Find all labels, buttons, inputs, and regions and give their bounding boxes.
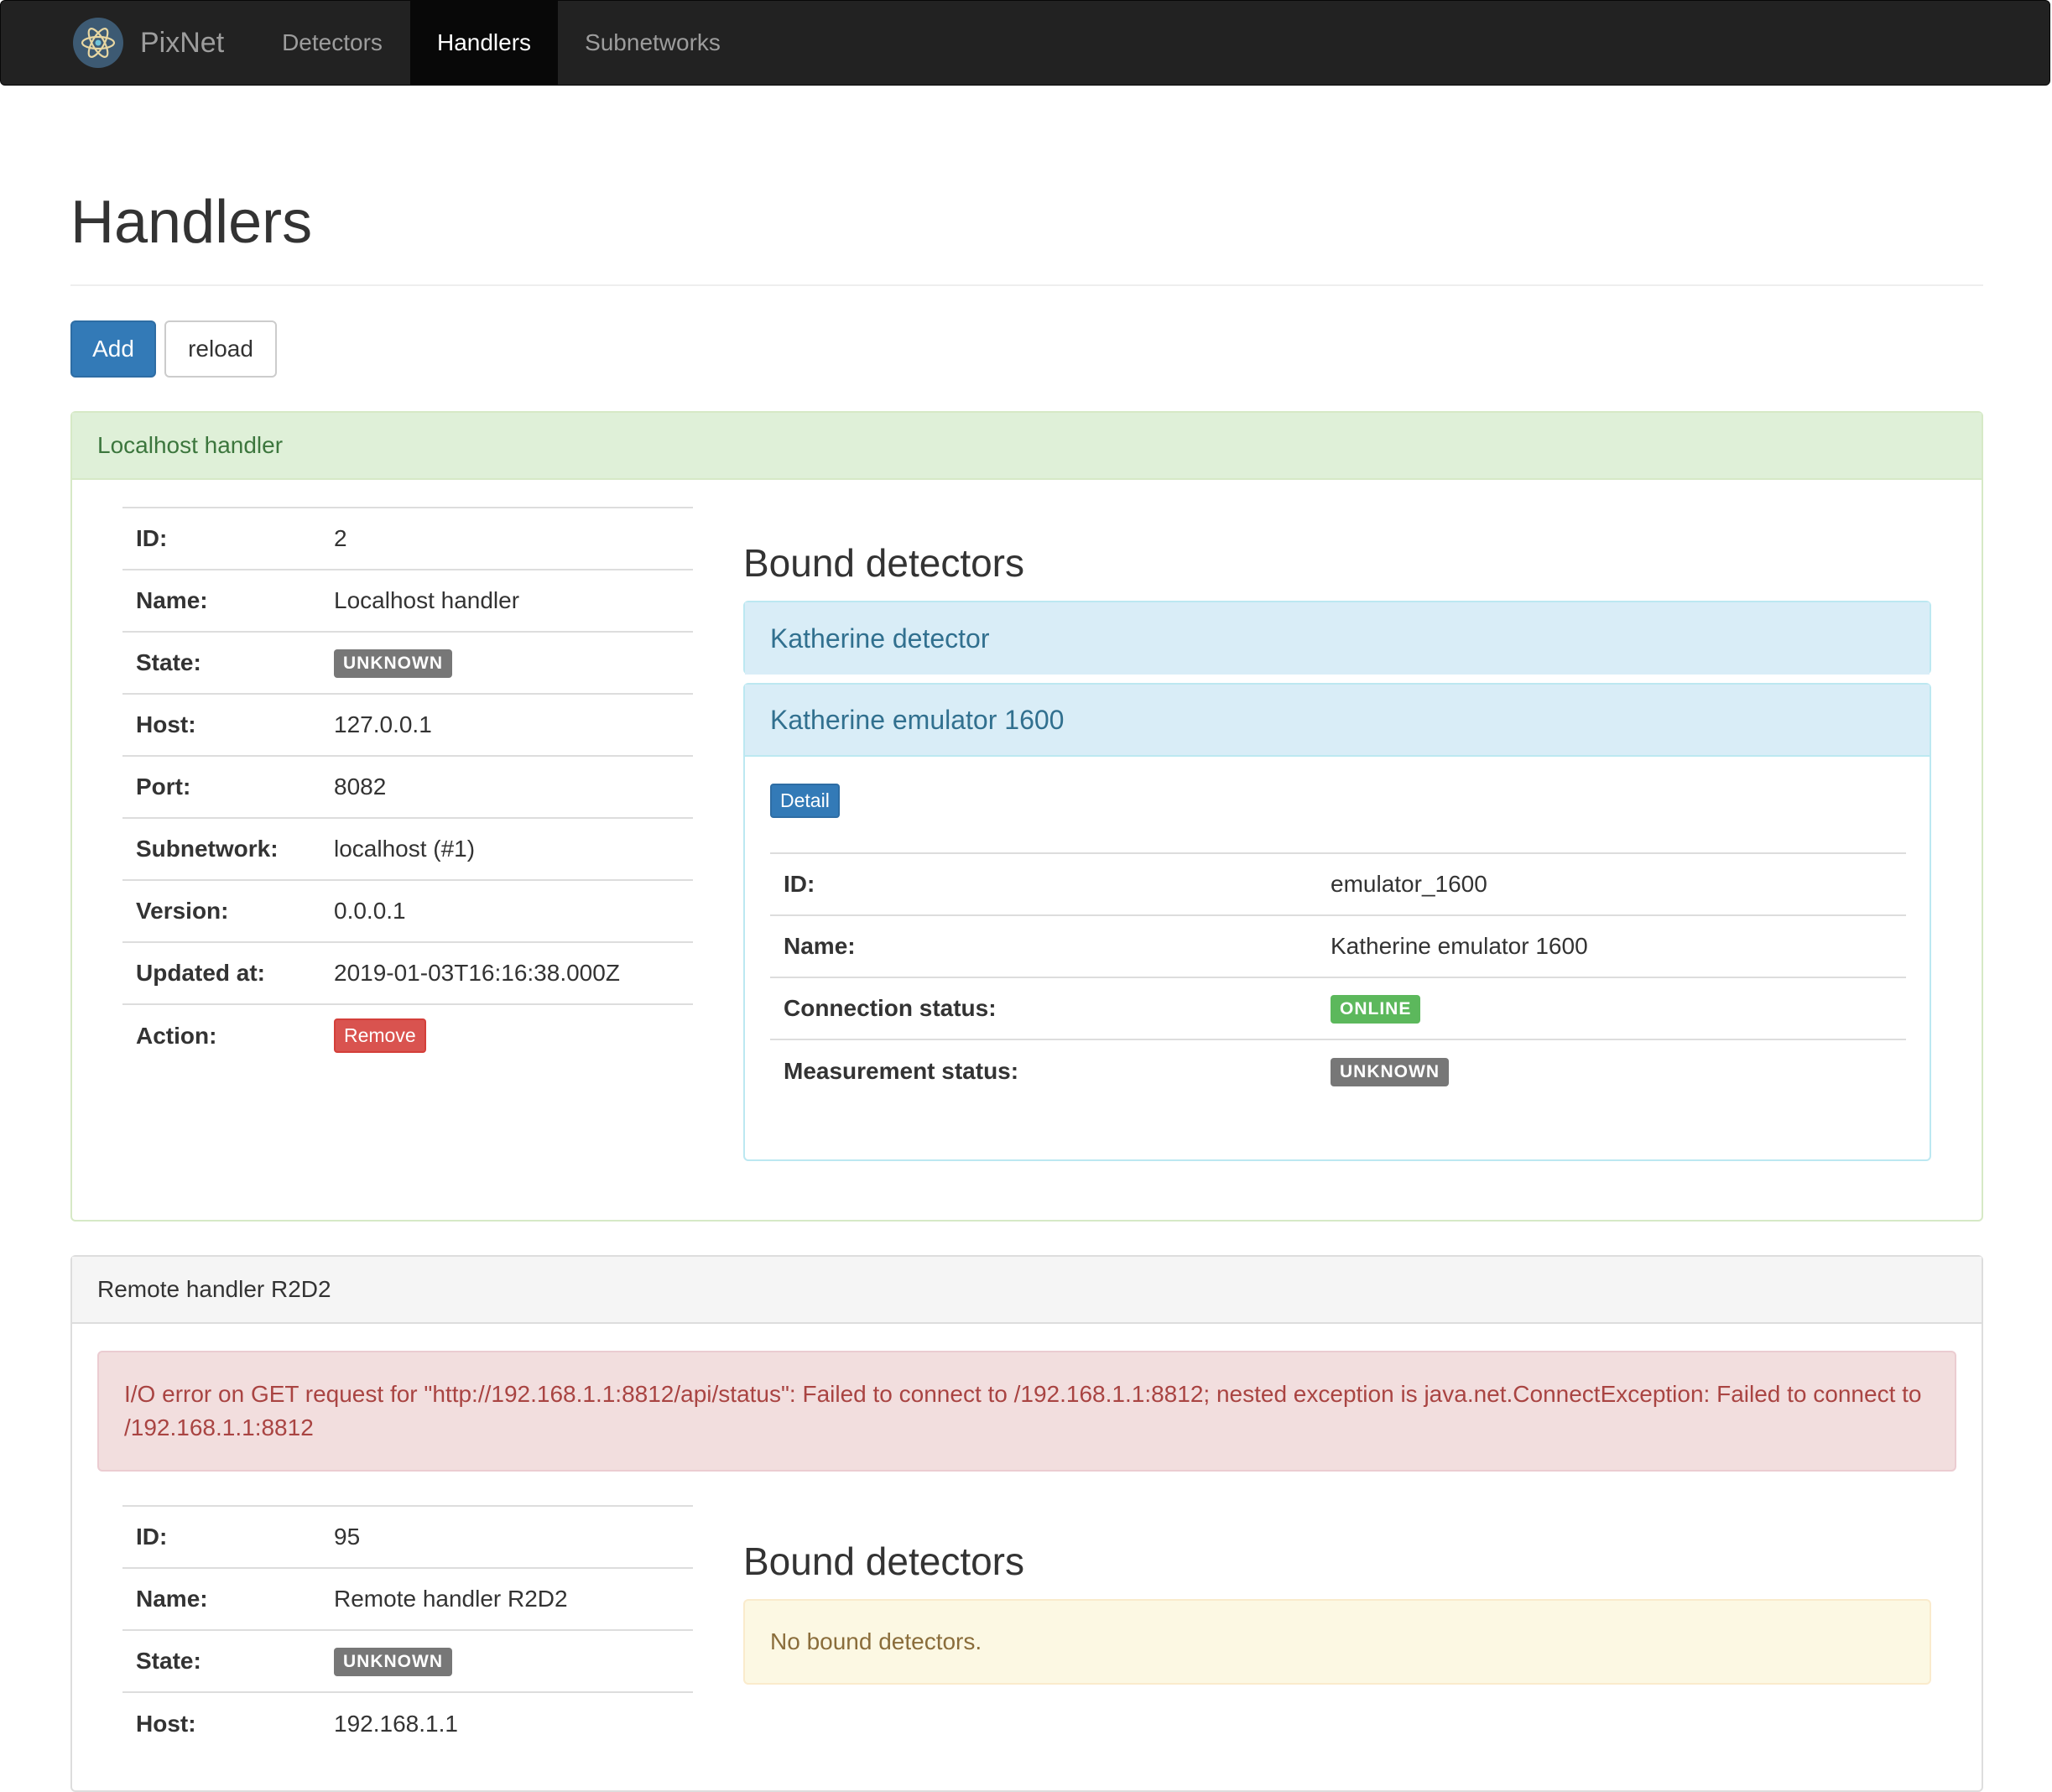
detector-info-table: ID: emulator_1600 Name: Katherine emulat… [770, 852, 1906, 1102]
state-key: State: [122, 1629, 320, 1692]
handler-panel-remote: Remote handler R2D2 I/O error on GET req… [70, 1255, 1983, 1792]
detector-name-key: Name: [770, 914, 1317, 977]
nav-handlers[interactable]: Handlers [410, 1, 558, 85]
add-button[interactable]: Add [70, 320, 156, 378]
name-value: Localhost handler [320, 569, 693, 632]
title-divider [70, 284, 1983, 286]
table-row: Name: Katherine emulator 1600 [770, 914, 1906, 977]
handler-info-table: ID: 2 Name: Localhost handler State: UNK… [122, 507, 693, 1066]
handler-info-table: ID: 95 Name: Remote handler R2D2 State: … [122, 1505, 693, 1754]
subnetwork-key: Subnetwork: [122, 817, 320, 880]
table-row: Name: Remote handler R2D2 [122, 1567, 693, 1630]
table-row: Connection status: ONLINE [770, 977, 1906, 1039]
page-title: Handlers [70, 189, 313, 256]
table-row: Action: Remove [122, 1003, 693, 1066]
brand-name: PixNet [140, 26, 225, 59]
detector-name-value: Katherine emulator 1600 [1317, 914, 1906, 977]
table-row: Updated at: 2019-01-03T16:16:38.000Z [122, 941, 693, 1004]
host-value: 192.168.1.1 [320, 1691, 693, 1754]
host-key: Host: [122, 693, 320, 756]
port-value: 8082 [320, 755, 693, 818]
remove-button[interactable]: Remove [334, 1018, 426, 1053]
id-value: 2 [320, 507, 693, 570]
version-value: 0.0.0.1 [320, 879, 693, 942]
state-badge: UNKNOWN [334, 649, 452, 678]
detector-panel-katherine[interactable]: Katherine detector [743, 601, 1931, 675]
connection-status-key: Connection status: [770, 977, 1317, 1039]
top-navbar: PixNet Detectors Handlers Subnetworks [0, 0, 2050, 86]
host-key: Host: [122, 1691, 320, 1754]
table-row: Port: 8082 [122, 755, 693, 818]
detector-heading[interactable]: Katherine detector [745, 602, 1930, 675]
brand[interactable]: PixNet [73, 1, 224, 85]
bound-detectors-title: Bound detectors [743, 1539, 1025, 1583]
measurement-status-key: Measurement status: [770, 1039, 1317, 1102]
subnetwork-value: localhost (#1) [320, 817, 693, 880]
nav-subnetworks[interactable]: Subnetworks [558, 1, 747, 85]
table-row: Measurement status: UNKNOWN [770, 1039, 1906, 1102]
bound-detectors-title: Bound detectors [743, 541, 1025, 585]
id-key: ID: [122, 1505, 320, 1568]
detail-button[interactable]: Detail [770, 784, 840, 818]
handler-panel-heading: Remote handler R2D2 [72, 1257, 1982, 1324]
host-value: 127.0.0.1 [320, 693, 693, 756]
id-key: ID: [122, 507, 320, 570]
port-key: Port: [122, 755, 320, 818]
table-row: State: UNKNOWN [122, 1629, 693, 1692]
version-key: Version: [122, 879, 320, 942]
table-row: Host: 127.0.0.1 [122, 693, 693, 756]
error-alert: I/O error on GET request for "http://192… [97, 1351, 1956, 1472]
detector-id-value: emulator_1600 [1317, 852, 1906, 915]
name-value: Remote handler R2D2 [320, 1567, 693, 1630]
nav-detectors[interactable]: Detectors [256, 1, 409, 85]
detector-panel-emulator: Katherine emulator 1600 Detail ID: emula… [743, 683, 1931, 1161]
state-key: State: [122, 631, 320, 694]
updated-at-value: 2019-01-03T16:16:38.000Z [320, 941, 693, 1004]
action-key: Action: [122, 1003, 320, 1066]
no-detectors-alert: No bound detectors. [743, 1599, 1931, 1685]
table-row: Host: 192.168.1.1 [122, 1691, 693, 1754]
table-row: ID: 95 [122, 1505, 693, 1568]
name-key: Name: [122, 1567, 320, 1630]
table-row: State: UNKNOWN [122, 631, 693, 694]
name-key: Name: [122, 569, 320, 632]
table-row: Name: Localhost handler [122, 569, 693, 632]
table-row: Version: 0.0.0.1 [122, 879, 693, 942]
table-row: ID: 2 [122, 507, 693, 570]
atom-icon [73, 18, 123, 68]
id-value: 95 [320, 1505, 693, 1568]
state-badge: UNKNOWN [334, 1648, 452, 1676]
table-row: Subnetwork: localhost (#1) [122, 817, 693, 880]
connection-status-badge: ONLINE [1331, 995, 1421, 1024]
detector-id-key: ID: [770, 852, 1317, 915]
table-row: ID: emulator_1600 [770, 852, 1906, 915]
measurement-status-badge: UNKNOWN [1331, 1057, 1449, 1086]
handler-panel-heading: Localhost handler [72, 413, 1982, 480]
detector-heading[interactable]: Katherine emulator 1600 [745, 685, 1930, 757]
updated-at-key: Updated at: [122, 941, 320, 1004]
reload-button[interactable]: reload [164, 320, 277, 378]
handler-panel-localhost: Localhost handler ID: 2 Name: Localhost … [70, 411, 1983, 1222]
